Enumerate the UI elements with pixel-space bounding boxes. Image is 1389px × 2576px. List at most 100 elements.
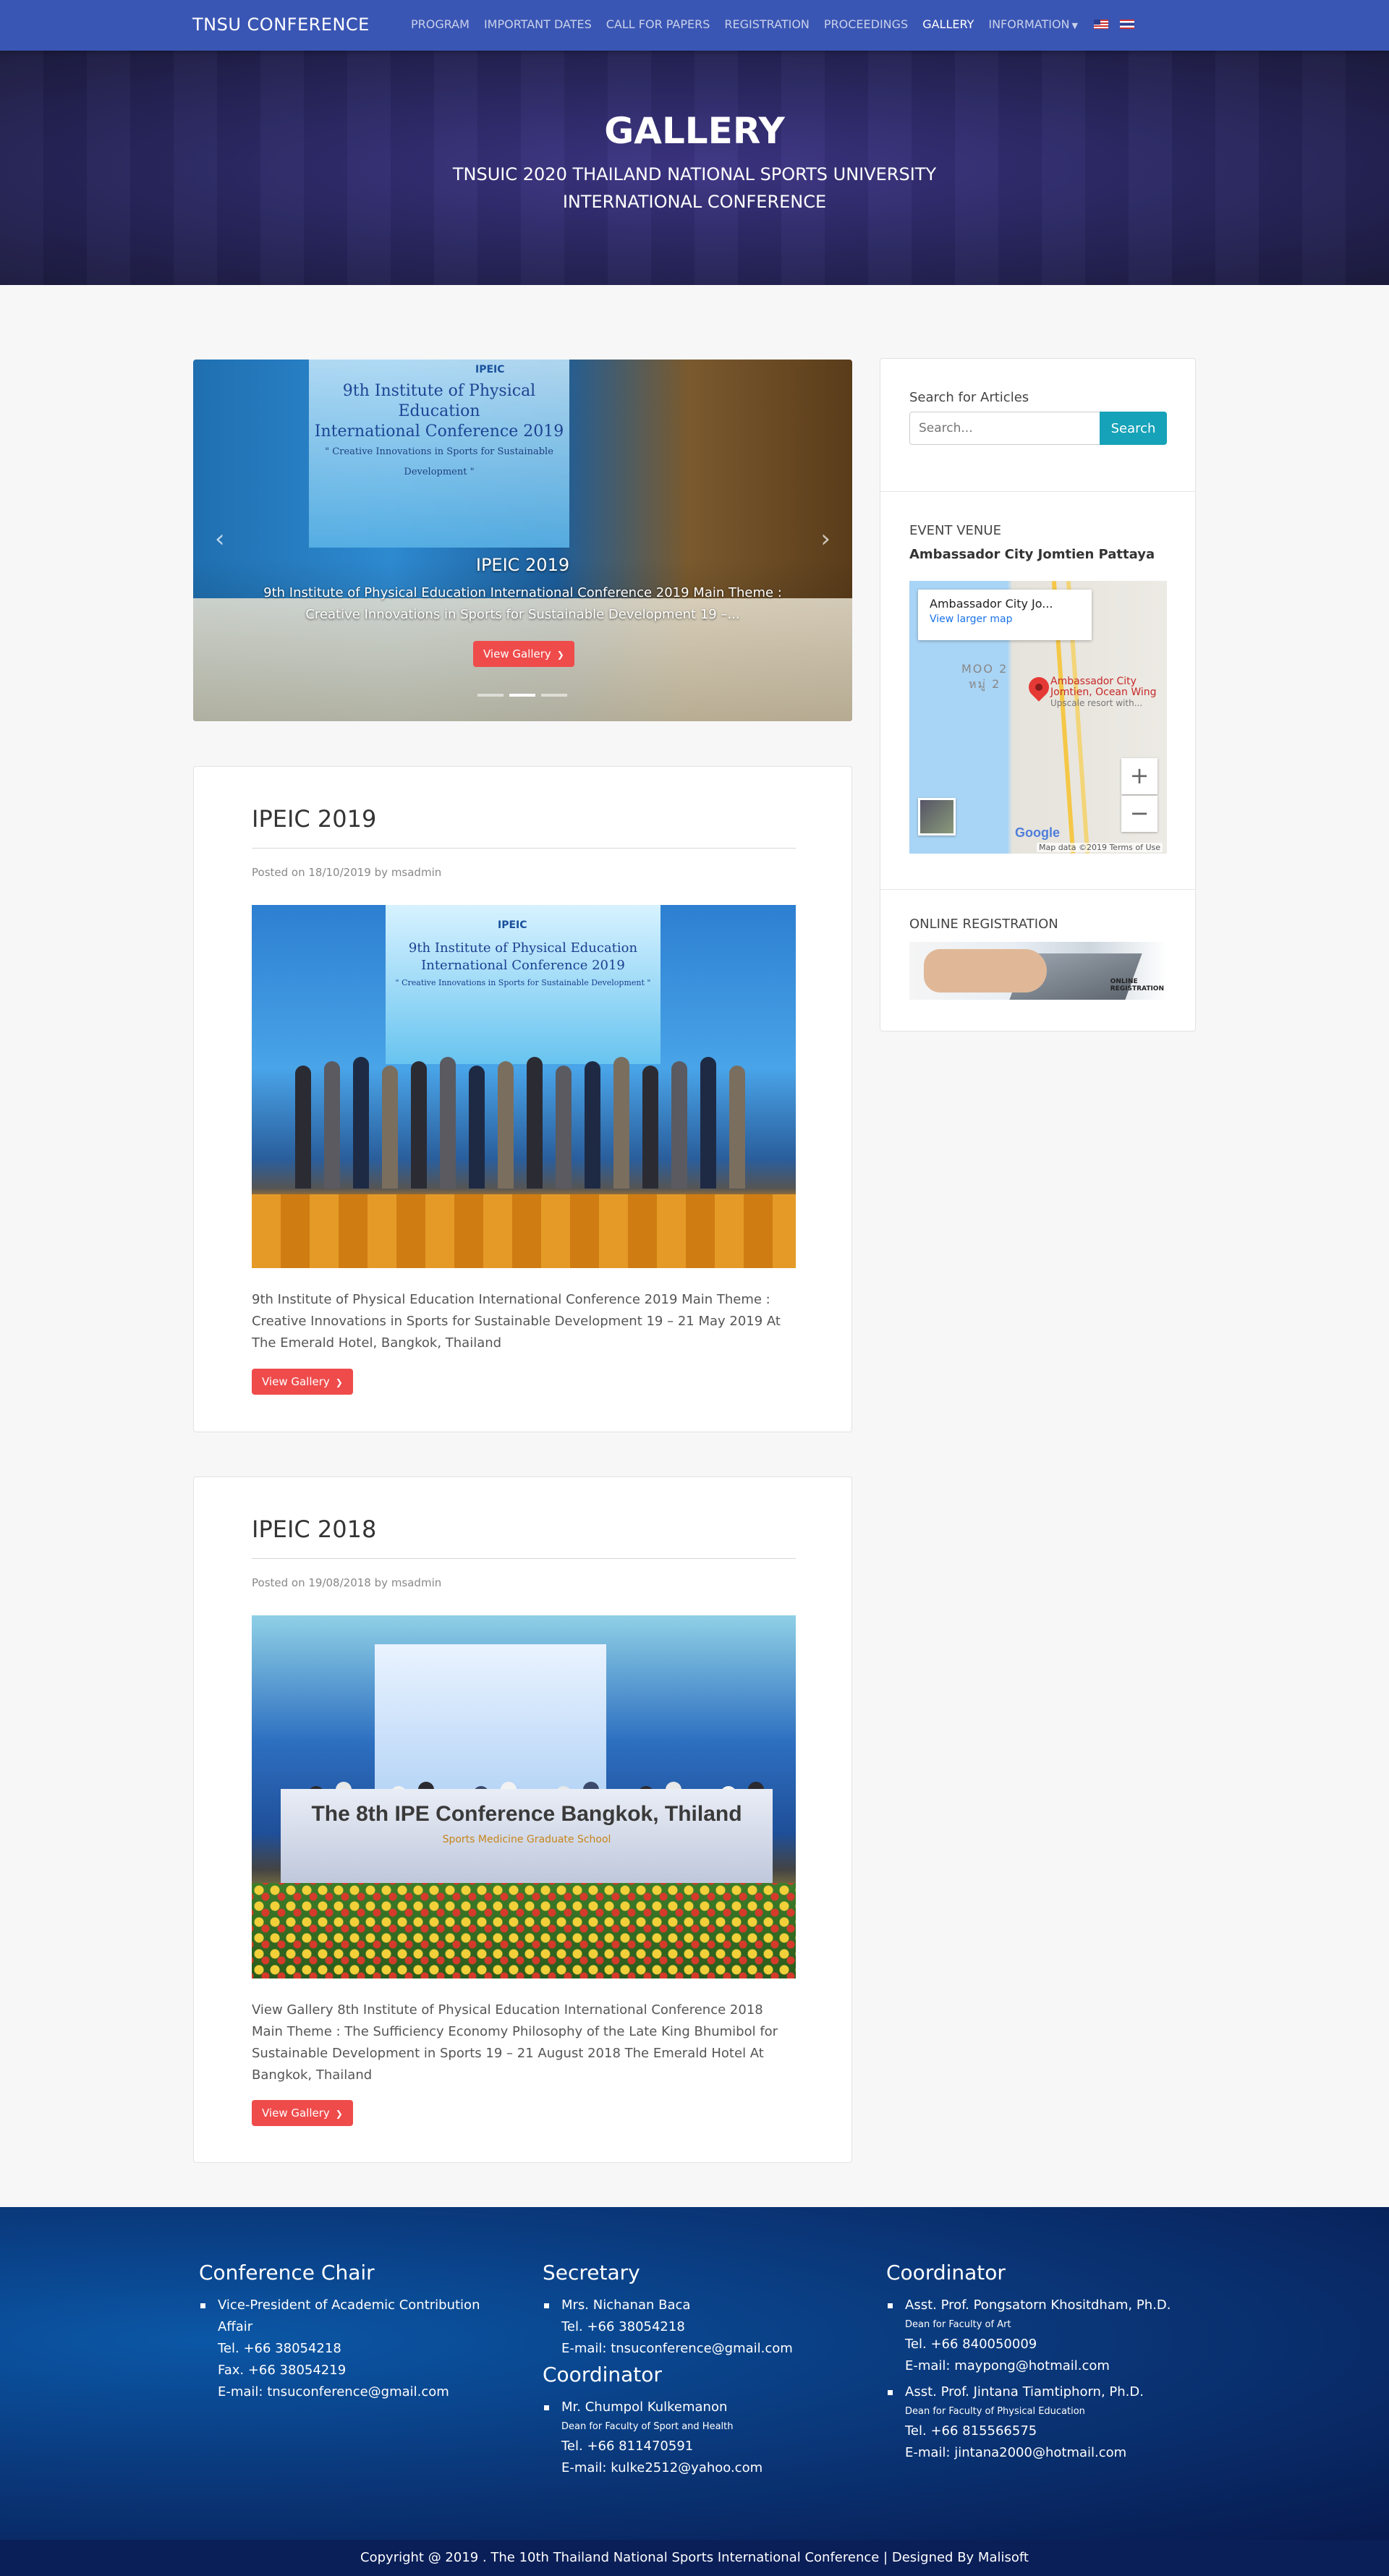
footer-secretary-heading: Secretary [543, 2261, 640, 2284]
map-footer[interactable]: Map data ©2019 Terms of Use [1036, 843, 1163, 852]
footer-coordinator-p2: Asst. Prof. Jintana Tiamtiphorn, Ph.D. D… [886, 2381, 1205, 2464]
nav-menu: PROGRAM IMPORTANT DATES CALL FOR PAPERS … [396, 17, 1134, 31]
carousel-indicator-2[interactable] [509, 694, 535, 697]
sidebar-divider [880, 491, 1196, 492]
footer-chair-fax: Fax. +66 38054219 [218, 2363, 347, 2378]
nav-call-for-papers[interactable]: CALL FOR PAPERS [606, 17, 710, 31]
search-button[interactable]: Search [1100, 412, 1167, 445]
footer-p2-role: Dean for Faculty of Physical Education [905, 2406, 1085, 2417]
footer-coordinator-right: Coordinator Asst. Prof. Pongsatorn Khosi… [886, 2261, 1205, 2464]
post-author[interactable]: msadmin [391, 1576, 441, 1589]
gallery-carousel[interactable]: IPEIC 9th Institute of Physical Educatio… [193, 360, 852, 721]
registration-image-line2: REGISTRATION [1110, 985, 1164, 992]
post-image-banner: IPEIC 9th Institute of Physical Educatio… [386, 905, 660, 1064]
carousel-text: 9th Institute of Physical Education Inte… [255, 582, 791, 626]
footer-chair-line1: Vice-President of Academic Contribution [218, 2297, 480, 2313]
carousel-prev-icon[interactable]: ‹ [215, 524, 225, 553]
carousel-indicator-3[interactable] [541, 694, 567, 697]
post-excerpt: 9th Institute of Physical Education Inte… [252, 1292, 781, 1351]
photo-person [556, 1066, 572, 1189]
venue-map[interactable]: MOO 2 หมู่ 2 Ambassador City Jo... View l… [909, 581, 1167, 854]
registration-image-text: ONLINE REGISTRATION [1110, 978, 1164, 992]
footer-chair-line2: Affair [218, 2319, 253, 2334]
footer-p2-tel: Tel. +66 815566575 [905, 2423, 1037, 2439]
photo-person [324, 1061, 340, 1189]
search-label: Search for Articles [909, 390, 1029, 405]
post-meta: Posted on 18/10/2019 by msadmin [252, 866, 441, 879]
nav-gallery[interactable]: GALLERY [922, 17, 974, 31]
map-info-card: Ambassador City Jo... View larger map [918, 590, 1092, 640]
post-card: IPEIC 2018 Posted on 19/08/2018 by msadm… [193, 1476, 852, 2163]
post-date[interactable]: 18/10/2019 [308, 866, 370, 879]
nav-registration[interactable]: REGISTRATION [724, 17, 810, 31]
photo-person [295, 1066, 311, 1189]
carousel-next-icon[interactable]: › [820, 524, 831, 553]
navbar: TNSU CONFERENCE PROGRAM IMPORTANT DATES … [0, 0, 1389, 51]
search-input[interactable] [909, 412, 1100, 445]
footer-coordinator-p1: Asst. Prof. Pongsatorn Khositdham, Ph.D.… [886, 2295, 1205, 2377]
post-image-stage [252, 1194, 796, 1268]
registration-image[interactable]: ONLINE REGISTRATION [909, 942, 1167, 1000]
post-card: IPEIC 2019 Posted on 18/10/2019 by msadm… [193, 766, 852, 1432]
nav-information[interactable]: INFORMATION ▼ [988, 17, 1078, 31]
caret-down-icon: ▼ [1071, 21, 1078, 30]
photo-person [729, 1066, 745, 1189]
photo-person [700, 1057, 716, 1189]
hero-banner: GALLERY TNSUIC 2020 THAILAND NATIONAL SP… [0, 51, 1389, 285]
photo-person [585, 1061, 600, 1189]
hero-subtitle-line2: INTERNATIONAL CONFERENCE [562, 192, 827, 212]
post-image[interactable]: The 8th IPE Conference Bangkok, Thiland … [252, 1615, 796, 1978]
brand-logo[interactable]: TNSU CONFERENCE [192, 14, 370, 35]
nav-program[interactable]: PROGRAM [411, 17, 470, 31]
zoom-in-button[interactable]: + [1121, 758, 1158, 794]
hero-subtitle-line1: TNSUIC 2020 THAILAND NATIONAL SPORTS UNI… [452, 164, 937, 184]
photo-person [353, 1057, 369, 1189]
map-larger-link[interactable]: View larger map [930, 613, 1080, 625]
post-author[interactable]: msadmin [391, 866, 441, 879]
map-pin-line3: Upscale resort with... [1050, 698, 1143, 708]
carousel-text-line1: 9th Institute of Physical Education Inte… [263, 585, 782, 600]
map-area-line2: หมู่ 2 [969, 677, 1001, 691]
carousel-title: IPEIC 2019 [475, 555, 570, 575]
th-flag-icon[interactable] [1120, 20, 1134, 29]
post-date[interactable]: 19/08/2018 [308, 1576, 370, 1589]
post-meta-prefix: Posted on [252, 1576, 305, 1589]
footer-coordinator-right-heading: Coordinator [886, 2261, 1006, 2284]
post-title[interactable]: IPEIC 2018 [252, 1516, 376, 1543]
carousel-photo-ipeic: IPEIC [475, 364, 505, 375]
post-title[interactable]: IPEIC 2019 [252, 805, 376, 833]
post-view-gallery-button[interactable]: View Gallery ❯ [252, 1369, 353, 1395]
carousel-photo-line1: 9th Institute of Physical Education [342, 382, 536, 420]
carousel-photo-line3: " Creative Innovations in Sports for Sus… [325, 446, 553, 477]
zoom-out-button[interactable]: − [1121, 796, 1158, 832]
footer-coordinator-email: E-mail: kulke2512@yahoo.com [561, 2460, 763, 2475]
nav-important-dates[interactable]: IMPORTANT DATES [484, 17, 592, 31]
post-image[interactable]: IPEIC 9th Institute of Physical Educatio… [252, 905, 796, 1268]
hero-subtitle: TNSUIC 2020 THAILAND NATIONAL SPORTS UNI… [0, 161, 1389, 216]
post-view-gallery-button[interactable]: View Gallery ❯ [252, 2100, 353, 2126]
footer-chair-heading: Conference Chair [199, 2261, 375, 2284]
photo-person [440, 1057, 456, 1189]
footer-coordinator-heading: Coordinator [543, 2363, 662, 2386]
photo-person [642, 1066, 658, 1189]
page-title: GALLERY [604, 110, 785, 152]
post-image-line1: 9th Institute of Physical Education [408, 940, 638, 956]
nav-proceedings[interactable]: PROCEEDINGS [824, 17, 908, 31]
post-image-flowers [252, 1883, 796, 1978]
post-image-banner-sub: Sports Medicine Graduate School [442, 1834, 611, 1845]
carousel-indicator-1[interactable] [477, 694, 504, 697]
photo-person [469, 1066, 485, 1189]
footer-secretary-item: Mrs. Nichanan Baca Tel. +66 38054218 E-m… [543, 2295, 861, 2360]
post-divider [252, 1558, 796, 1559]
us-flag-icon[interactable] [1094, 20, 1108, 29]
map-area-line1: MOO 2 [961, 662, 1008, 676]
chevron-right-icon: ❯ [335, 1377, 343, 1387]
post-image-line3: " Creative Innovations in Sports for Sus… [395, 978, 651, 987]
map-pin-icon[interactable] [1024, 673, 1053, 702]
post-divider [252, 848, 796, 849]
carousel-view-gallery-button[interactable]: View Gallery ❯ [473, 641, 574, 667]
sidebar-divider [880, 889, 1196, 890]
footer-coordinator-role: Dean for Faculty of Sport and Health [561, 2421, 734, 2432]
map-satellite-toggle[interactable] [918, 798, 956, 836]
map-pin-line2: Jomtien, Ocean Wing [1050, 686, 1157, 698]
